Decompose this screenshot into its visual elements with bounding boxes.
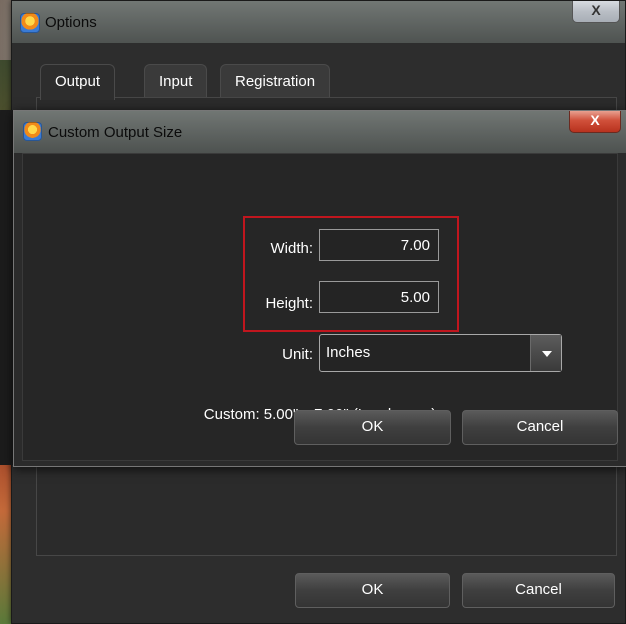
app-icon: [20, 13, 40, 33]
app-icon: [23, 122, 42, 141]
unit-select[interactable]: Inches: [319, 334, 562, 372]
custom-dialog-titlebar[interactable]: Custom Output Size X: [14, 111, 626, 153]
dialog-shadow-edge: [0, 110, 13, 465]
options-close-button[interactable]: X: [572, 1, 620, 23]
options-cancel-button[interactable]: Cancel: [462, 573, 615, 608]
custom-ok-button[interactable]: OK: [294, 410, 451, 445]
options-titlebar[interactable]: Options X: [12, 1, 625, 43]
options-ok-button[interactable]: OK: [295, 573, 450, 608]
options-title: Options: [45, 14, 97, 31]
tab-output[interactable]: Output: [40, 64, 116, 100]
custom-output-size-dialog: Custom Output Size X Width: Height: Unit…: [13, 110, 626, 467]
chevron-down-icon[interactable]: [530, 335, 561, 371]
custom-dialog-title: Custom Output Size: [48, 124, 183, 141]
unit-select-value: Inches: [326, 344, 371, 361]
unit-label: Unit:: [282, 346, 313, 363]
width-label: Width:: [270, 240, 313, 257]
tab-registration[interactable]: Registration: [220, 64, 331, 99]
tab-input[interactable]: Input: [144, 64, 208, 99]
width-input[interactable]: [319, 229, 439, 261]
custom-cancel-button[interactable]: Cancel: [462, 410, 618, 445]
custom-dialog-close-button[interactable]: X: [569, 111, 621, 133]
height-input[interactable]: [319, 281, 439, 313]
height-label: Height:: [265, 295, 313, 312]
